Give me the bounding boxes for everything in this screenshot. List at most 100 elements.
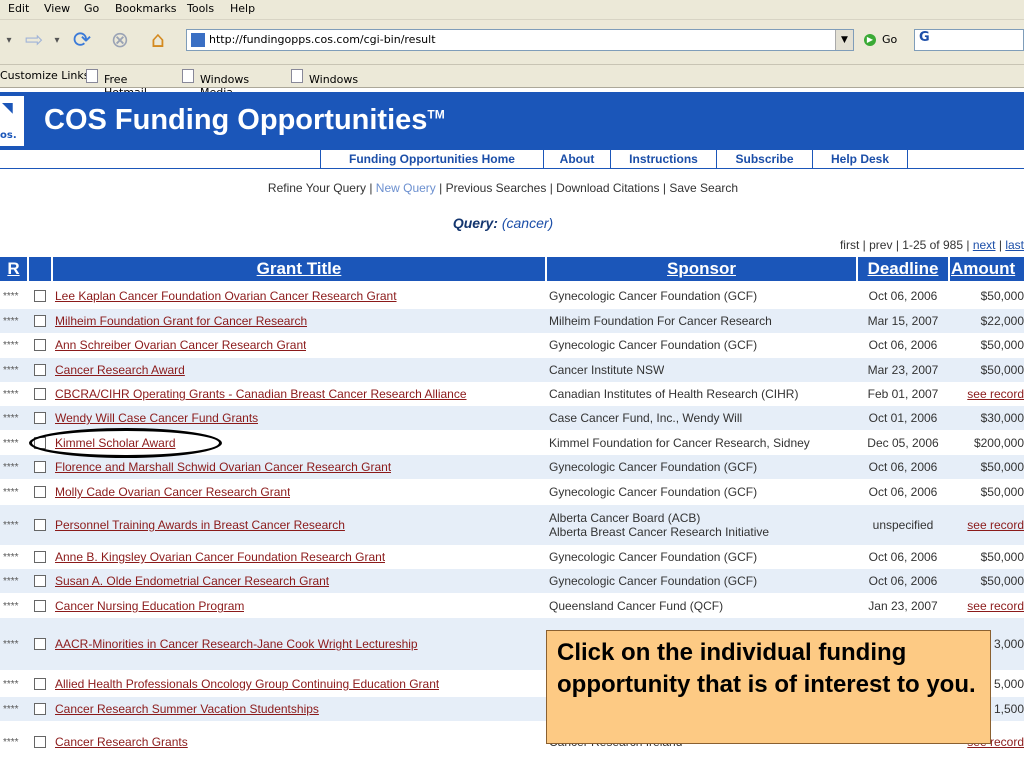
new-query-link[interactable]: New Query — [376, 181, 436, 195]
pager-next-link[interactable]: next — [973, 238, 996, 252]
col-deadline-header[interactable]: Deadline — [858, 257, 948, 281]
see-record-link[interactable]: see record — [950, 382, 1024, 406]
relevance-stars: **** — [3, 364, 19, 376]
go-arrow-icon: ▶ — [864, 34, 876, 46]
col-relevance-header[interactable]: R — [0, 257, 27, 281]
menu-edit[interactable]: Edit — [8, 2, 29, 15]
sponsor-name: Milheim Foundation For Cancer Research — [549, 314, 772, 328]
table-row[interactable]: **** Cancer Nursing Education Program Quee… — [0, 594, 1024, 618]
nav-help-desk[interactable]: Help Desk — [812, 150, 908, 168]
address-bar[interactable]: http://fundingopps.cos.com/cgi-bin/resul… — [186, 29, 854, 51]
checkbox-icon — [34, 519, 46, 531]
table-row[interactable]: **** Florence and Marshall Schwid Ovarian… — [0, 455, 1024, 479]
select-checkbox[interactable] — [34, 505, 46, 545]
table-row[interactable]: **** Lee Kaplan Cancer Foundation Ovarian… — [0, 284, 1024, 308]
see-record-link[interactable]: see record — [950, 594, 1024, 618]
nav-funding-home[interactable]: Funding Opportunities Home — [320, 150, 543, 168]
link-windows[interactable]: Windows — [291, 69, 358, 86]
table-row[interactable]: **** Wendy Will Case Cancer Fund Grants Ca… — [0, 406, 1024, 430]
select-checkbox[interactable] — [34, 333, 46, 357]
pager-last-link[interactable]: last — [1005, 238, 1024, 252]
table-row[interactable]: **** Cancer Research Award Cancer Institut… — [0, 358, 1024, 382]
table-row[interactable]: **** Ann Schreiber Ovarian Cancer Researc… — [0, 333, 1024, 357]
see-record-link[interactable]: see record — [950, 505, 1024, 545]
nav-instructions[interactable]: Instructions — [610, 150, 716, 168]
forward-dropdown-icon[interactable]: ▾ — [50, 26, 64, 54]
sponsor-cell: Gynecologic Cancer Foundation (GCF) — [549, 545, 757, 569]
select-checkbox[interactable] — [34, 358, 46, 382]
relevance-stars: **** — [3, 290, 19, 302]
nav-subscribe[interactable]: Subscribe — [716, 150, 812, 168]
sponsor-name: Case Cancer Fund, Inc., Wendy Will — [549, 411, 743, 425]
grant-title-link[interactable]: Wendy Will Case Cancer Fund Grants — [55, 406, 258, 430]
grant-title-link[interactable]: Lee Kaplan Cancer Foundation Ovarian Can… — [55, 284, 397, 308]
deadline-cell: Mar 23, 2007 — [867, 363, 939, 377]
table-row[interactable]: **** Susan A. Olde Endometrial Cancer Res… — [0, 569, 1024, 593]
table-row[interactable]: **** Anne B. Kingsley Ovarian Cancer Foun… — [0, 545, 1024, 569]
refine-query-link[interactable]: Refine Your Query — [268, 181, 366, 195]
select-checkbox[interactable] — [34, 480, 46, 504]
select-checkbox[interactable] — [34, 594, 46, 618]
select-checkbox[interactable] — [34, 545, 46, 569]
link-windows-media[interactable]: Windows Media — [182, 69, 249, 99]
table-row[interactable]: **** Personnel Training Awards in Breast … — [0, 505, 1024, 545]
grant-title-link[interactable]: Cancer Nursing Education Program — [55, 594, 244, 618]
go-button[interactable]: ▶ Go — [864, 33, 897, 46]
address-dropdown-icon[interactable]: ▼ — [835, 30, 853, 50]
grant-title-link[interactable]: Florence and Marshall Schwid Ovarian Can… — [55, 455, 391, 479]
grant-title-link[interactable]: Molly Cade Ovarian Cancer Research Grant — [55, 480, 290, 504]
table-row[interactable]: **** Milheim Foundation Grant for Cancer … — [0, 309, 1024, 333]
select-checkbox[interactable] — [34, 455, 46, 479]
relevance-stars: **** — [3, 339, 19, 351]
table-row[interactable]: **** Molly Cade Ovarian Cancer Research G… — [0, 480, 1024, 504]
col-sponsor-header[interactable]: Sponsor — [547, 257, 856, 281]
grant-title-link[interactable]: Allied Health Professionals Oncology Gro… — [55, 672, 439, 696]
col-title-header[interactable]: Grant Title — [53, 257, 545, 281]
forward-icon[interactable]: ⇨ — [20, 26, 48, 54]
select-checkbox[interactable] — [34, 697, 46, 721]
select-checkbox[interactable] — [34, 284, 46, 308]
nav-about[interactable]: About — [543, 150, 610, 168]
link-free-hotmail[interactable]: Free Hotmail — [86, 69, 147, 99]
home-icon[interactable]: ⌂ — [144, 26, 172, 54]
select-checkbox[interactable] — [34, 309, 46, 333]
back-dropdown-icon[interactable]: ▾ — [2, 26, 16, 54]
col-select-header — [29, 257, 51, 281]
grant-title-link[interactable]: Cancer Research Grants — [55, 722, 188, 762]
grant-title-link[interactable]: Ann Schreiber Ovarian Cancer Research Gr… — [55, 333, 306, 357]
select-checkbox[interactable] — [34, 672, 46, 696]
grant-title-link[interactable]: CBCRA/CIHR Operating Grants - Canadian B… — [55, 382, 467, 406]
reload-icon[interactable]: ⟳ — [68, 26, 96, 54]
menu-tools[interactable]: Tools — [187, 2, 214, 15]
grant-title-link[interactable]: Cancer Research Award — [55, 358, 185, 382]
relevance-stars: **** — [3, 519, 19, 531]
stop-icon[interactable]: ⊗ — [106, 26, 134, 54]
grant-title-link[interactable]: Cancer Research Summer Vacation Students… — [55, 697, 319, 721]
grant-title-link[interactable]: Personnel Training Awards in Breast Canc… — [55, 505, 345, 545]
grant-title-link[interactable]: Milheim Foundation Grant for Cancer Rese… — [55, 309, 307, 333]
previous-searches-link[interactable]: Previous Searches — [446, 181, 547, 195]
menu-help[interactable]: Help — [230, 2, 255, 15]
menu-go[interactable]: Go — [84, 2, 99, 15]
relevance-stars: **** — [3, 678, 19, 690]
table-row[interactable]: **** CBCRA/CIHR Operating Grants - Canadi… — [0, 382, 1024, 406]
menu-bookmarks[interactable]: Bookmarks — [115, 2, 176, 15]
menu-view[interactable]: View — [44, 2, 70, 15]
deadline-cell: Oct 06, 2006 — [868, 574, 938, 588]
sponsor-cell: Gynecologic Cancer Foundation (GCF) — [549, 480, 757, 504]
download-citations-link[interactable]: Download Citations — [556, 181, 659, 195]
link-customize[interactable]: Customize Links — [0, 69, 90, 82]
select-checkbox[interactable] — [34, 406, 46, 430]
grant-title-link[interactable]: AACR-Minorities in Cancer Research-Jane … — [55, 618, 418, 670]
select-checkbox[interactable] — [34, 569, 46, 593]
save-search-link[interactable]: Save Search — [669, 181, 738, 195]
grant-title-link[interactable]: Anne B. Kingsley Ovarian Cancer Foundati… — [55, 545, 385, 569]
col-amount-header[interactable]: Amount — [950, 257, 1024, 281]
search-box[interactable]: G — [914, 29, 1024, 51]
select-checkbox[interactable] — [34, 722, 46, 762]
sponsor-name: Alberta Cancer Board (ACB) — [549, 511, 701, 525]
grant-title-link[interactable]: Susan A. Olde Endometrial Cancer Researc… — [55, 569, 329, 593]
amount-cell: $30,000 — [980, 411, 1024, 425]
select-checkbox[interactable] — [34, 618, 46, 670]
select-checkbox[interactable] — [34, 382, 46, 406]
